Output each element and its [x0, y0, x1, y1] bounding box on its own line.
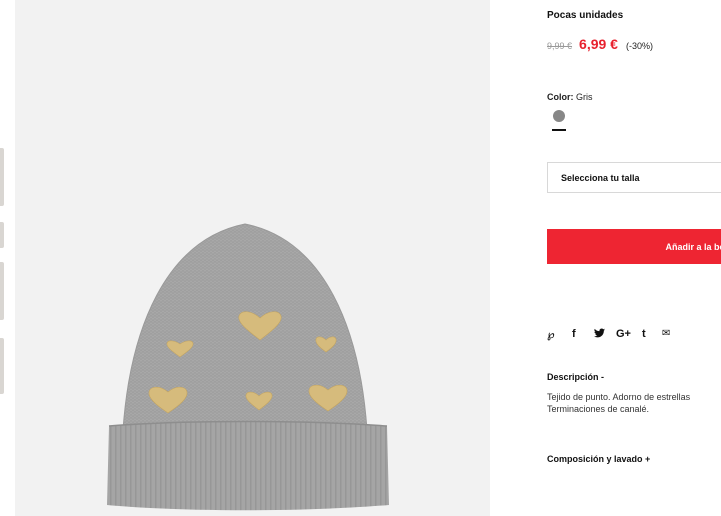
size-select[interactable]: Selecciona tu talla: [547, 162, 721, 193]
description-line: Tejido de punto. Adorno de estrellas: [547, 392, 691, 402]
email-icon[interactable]: ✉: [662, 328, 682, 341]
description-line: Terminaciones de canalé.: [547, 404, 650, 414]
description-text: Tejido de punto. Adorno de estrellas Ter…: [547, 391, 690, 415]
thumbnail-strip: [0, 0, 15, 516]
composition-toggle[interactable]: Composición y lavado +: [547, 454, 650, 464]
tumblr-icon[interactable]: t: [642, 328, 662, 341]
price-row: 9,99 € 6,99 € (-30%): [547, 36, 653, 52]
add-to-bag-button[interactable]: Añadir a la bo: [547, 229, 721, 264]
thumbnail[interactable]: [0, 222, 4, 248]
thumbnail[interactable]: [0, 338, 4, 394]
beanie-hat-illustration: [107, 223, 389, 511]
sale-price: 6,99 €: [579, 36, 618, 52]
share-icons: ℘ f G+ t ✉: [547, 328, 682, 341]
discount-badge: (-30%): [625, 41, 653, 51]
color-label: Color: Gris: [547, 92, 593, 102]
color-value: Gris: [576, 92, 593, 102]
description-toggle[interactable]: Descripción -: [547, 372, 604, 382]
google-plus-icon[interactable]: G+: [616, 328, 642, 341]
selected-swatch-indicator: [552, 129, 566, 131]
thumbnail[interactable]: [0, 262, 4, 320]
thumbnail[interactable]: [0, 148, 4, 206]
size-select-placeholder: Selecciona tu talla: [561, 172, 640, 183]
product-image[interactable]: [15, 0, 490, 516]
pinterest-icon[interactable]: ℘: [547, 328, 572, 341]
color-label-title: Color:: [547, 92, 574, 102]
add-to-bag-label: Añadir a la bo: [665, 241, 721, 252]
facebook-icon[interactable]: f: [572, 328, 594, 341]
stock-status: Pocas unidades: [547, 10, 624, 21]
old-price: 9,99 €: [547, 41, 573, 51]
color-swatch-gris[interactable]: [553, 110, 565, 122]
product-info: Pocas unidades 9,99 € 6,99 € (-30%) Colo…: [547, 0, 721, 516]
twitter-icon[interactable]: [594, 328, 616, 341]
